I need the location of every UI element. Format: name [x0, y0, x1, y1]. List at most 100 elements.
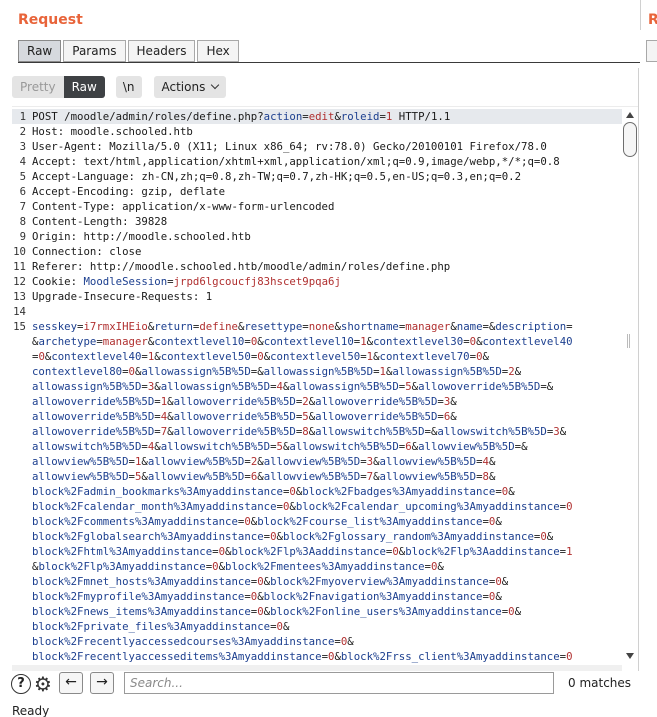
line-number: 13 — [13, 290, 26, 303]
editor-line: block%2Fhtml%3Amyaddinstance=0&block%2Fl… — [12, 544, 622, 559]
next-match-button[interactable]: → — [90, 672, 114, 694]
tab-params[interactable]: Params — [63, 40, 126, 62]
tab-hex[interactable]: Hex — [197, 40, 239, 62]
line-content: block%2Fglobalsearch%3Amyaddinstance=0&b… — [32, 530, 554, 543]
line-content: &archetype=manager&contextlevel10=0&cont… — [32, 335, 573, 348]
line-number: 4 — [19, 155, 26, 168]
line-content: allowview%5B%5D=1&allowview%5B%5D=2&allo… — [32, 455, 496, 468]
editor-line: block%2Fcomments%3Amyaddinstance=0&block… — [12, 514, 622, 529]
search-bar: ? ⚙ ← → 0 matches — [0, 670, 657, 700]
line-content: allowoverride%5B%5D=1&allowoverride%5B%5… — [32, 395, 457, 408]
line-content: contextlevel80=0&allowassign%5B%5D=&allo… — [32, 365, 522, 378]
scroll-up-icon[interactable] — [626, 112, 634, 118]
newline-toggle[interactable]: \n — [115, 76, 142, 98]
editor-line: contextlevel80=0&allowassign%5B%5D=&allo… — [12, 364, 622, 379]
status-text: Ready — [12, 704, 50, 717]
editor-line: block%2Fmnet_hosts%3Amyaddinstance=0&blo… — [12, 574, 622, 589]
line-content: POST /moodle/admin/roles/define.php?acti… — [32, 110, 451, 123]
pretty-toggle[interactable]: Pretty — [12, 76, 64, 98]
line-content: Content-Type: application/x-www-form-url… — [32, 200, 335, 213]
line-number — [12, 589, 26, 604]
line-number: 3 — [19, 140, 26, 153]
line-content: block%2Fprivate_files%3Amyaddinstance=0& — [32, 620, 290, 633]
vertical-scrollbar[interactable] — [622, 109, 638, 665]
line-number — [12, 499, 26, 514]
request-tabs: Raw Params Headers Hex — [18, 40, 241, 62]
line-content: block%2Frecentlyaccessedcourses%3Amyaddi… — [32, 635, 354, 648]
editor-line: block%2Fmyprofile%3Amyaddinstance=0&bloc… — [12, 589, 622, 604]
scroll-down-icon[interactable] — [626, 653, 634, 659]
tab-headers[interactable]: Headers — [127, 40, 196, 62]
line-number: 10 — [13, 245, 26, 258]
line-number — [12, 514, 26, 529]
line-number: 1 — [19, 110, 26, 123]
line-number — [12, 409, 26, 424]
actions-label: Actions — [161, 80, 206, 94]
line-content: block%2Fmyprofile%3Amyaddinstance=0&bloc… — [32, 590, 502, 603]
line-content: allowoverride%5B%5D=7&allowoverride%5B%5… — [32, 425, 567, 438]
editor-line: allowassign%5B%5D=3&allowassign%5B%5D=4&… — [12, 379, 622, 394]
prev-match-button[interactable]: ← — [59, 672, 83, 694]
editor-line: 13 Upgrade-Insecure-Requests: 1 — [12, 289, 622, 304]
line-number — [12, 484, 26, 499]
line-number — [12, 439, 26, 454]
editor-line: 15 sesskey=i7rmxIHEio&return=define&reset… — [12, 319, 622, 334]
editor-line: allowswitch%5B%5D=4&allowswitch%5B%5D=5&… — [12, 439, 622, 454]
line-content: Origin: http://moodle.schooled.htb — [32, 230, 251, 243]
editor-line: block%2Fadmin_bookmarks%3Amyaddinstance=… — [12, 484, 622, 499]
actions-dropdown[interactable]: Actions — [153, 76, 227, 98]
line-number — [12, 649, 26, 664]
line-number: 5 — [19, 170, 26, 183]
line-number: 2 — [19, 125, 26, 138]
editor-line: 9 Origin: http://moodle.schooled.htb — [12, 229, 622, 244]
splitter-grip-icon[interactable] — [627, 334, 630, 348]
request-editor[interactable]: 1 POST /moodle/admin/roles/define.php?act… — [12, 109, 622, 665]
editor-line: 10 Connection: close — [12, 244, 622, 259]
scroll-thumb[interactable] — [623, 122, 637, 157]
line-number — [12, 394, 26, 409]
raw-toggle[interactable]: Raw — [63, 76, 105, 98]
editor-line: &archetype=manager&contextlevel10=0&cont… — [12, 334, 622, 349]
editor-line: 1 POST /moodle/admin/roles/define.php?act… — [12, 109, 622, 124]
line-number — [12, 379, 26, 394]
line-content: block%2Fmnet_hosts%3Amyaddinstance=0&blo… — [32, 575, 509, 588]
line-content: sesskey=i7rmxIHEio&return=define&resetty… — [32, 320, 573, 333]
search-input[interactable] — [124, 672, 554, 694]
response-tab-stub[interactable] — [646, 40, 657, 62]
line-content: Upgrade-Insecure-Requests: 1 — [32, 290, 213, 303]
line-content: &block%2Flp%3Amyaddinstance=0&block%2Fme… — [32, 560, 444, 573]
editor-line: 12 Cookie: MoodleSession=jrpd6lgcoucfj83h… — [12, 274, 622, 289]
editor-line: allowview%5B%5D=1&allowview%5B%5D=2&allo… — [12, 454, 622, 469]
line-content: Referer: http://moodle.schooled.htb/mood… — [32, 260, 451, 273]
editor-line: 11 Referer: http://moodle.schooled.htb/mo… — [12, 259, 622, 274]
line-content: allowswitch%5B%5D=4&allowswitch%5B%5D=5&… — [32, 440, 528, 453]
line-content: block%2Fcomments%3Amyaddinstance=0&block… — [32, 515, 502, 528]
line-content: Accept-Language: zh-CN,zh;q=0.8,zh-TW;q=… — [32, 170, 522, 183]
line-number — [12, 364, 26, 379]
editor-top-border — [12, 106, 638, 107]
line-number: 6 — [19, 185, 26, 198]
line-content: allowassign%5B%5D=3&allowassign%5B%5D=4&… — [32, 380, 554, 393]
line-number: 14 — [13, 305, 26, 318]
editor-line: allowoverride%5B%5D=7&allowoverride%5B%5… — [12, 424, 622, 439]
gear-icon[interactable]: ⚙ — [32, 673, 54, 695]
line-content: allowview%5B%5D=5&allowview%5B%5D=6&allo… — [32, 470, 496, 483]
line-content: =0&contextlevel40=1&contextlevel50=0&con… — [32, 350, 489, 363]
line-content — [26, 304, 32, 319]
tab-raw[interactable]: Raw — [18, 40, 62, 62]
panel-title: Request — [18, 12, 83, 28]
line-number — [12, 574, 26, 589]
help-icon[interactable]: ? — [11, 674, 31, 694]
line-content: block%2Fadmin_bookmarks%3Amyaddinstance=… — [32, 485, 515, 498]
line-content: block%2Fcalendar_month%3Amyaddinstance=0… — [32, 500, 573, 513]
editor-line: 4 Accept: text/html,application/xhtml+xml… — [12, 154, 622, 169]
line-content: Host: moodle.schooled.htb — [32, 125, 193, 138]
line-content: Accept: text/html,application/xhtml+xml,… — [32, 155, 560, 168]
editor-line: 2 Host: moodle.schooled.htb — [12, 124, 622, 139]
editor-line: &block%2Flp%3Amyaddinstance=0&block%2Fme… — [12, 559, 622, 574]
line-content: block%2Frecentlyaccesseditems%3Amyaddins… — [32, 650, 573, 663]
line-number — [12, 469, 26, 484]
editor-line: block%2Fnews_items%3Amyaddinstance=0&blo… — [12, 604, 622, 619]
line-content: allowoverride%5B%5D=4&allowoverride%5B%5… — [32, 410, 457, 423]
editor-line: 3 User-Agent: Mozilla/5.0 (X11; Linux x86… — [12, 139, 622, 154]
